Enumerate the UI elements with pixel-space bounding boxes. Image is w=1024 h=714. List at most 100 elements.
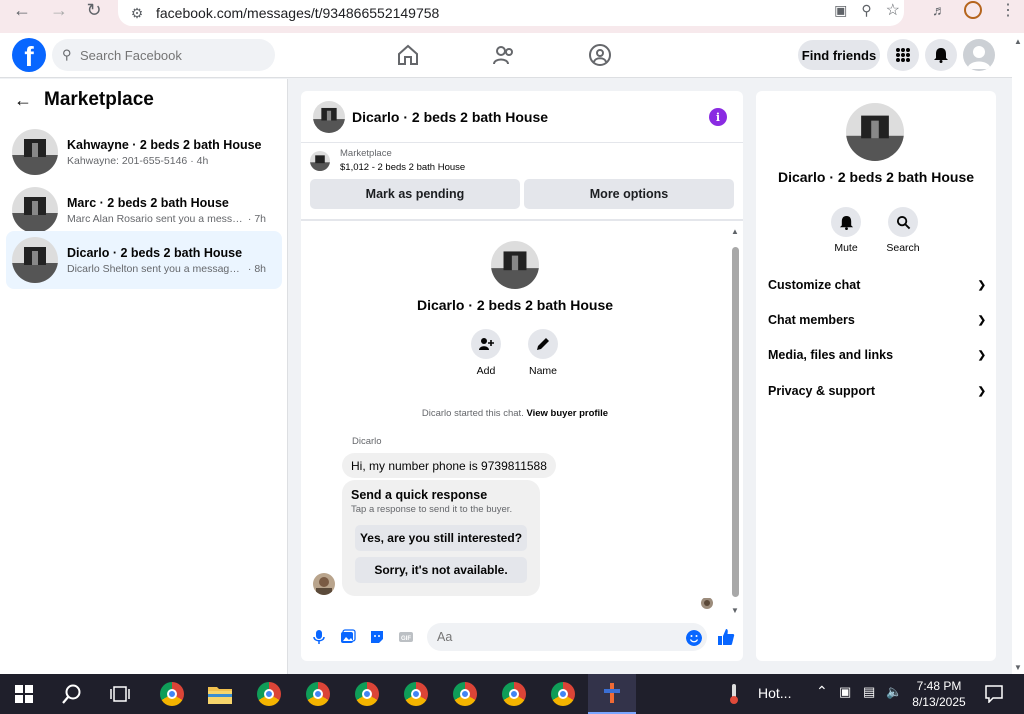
chat-members-row[interactable]: Chat members ❯ [768,308,986,332]
chat-panel: Dicarlo · 2 beds 2 bath House i Marketpl… [301,91,743,661]
chrome-taskbar-icon[interactable] [392,674,440,714]
system-clock[interactable]: 7:48 PM 8/13/2025 [906,678,972,710]
friends-icon[interactable] [492,43,516,67]
windows-start-icon[interactable] [0,674,48,714]
weather-text[interactable]: Hot... [758,685,791,701]
account-avatar[interactable] [963,39,995,71]
chrome-taskbar-icon[interactable] [441,674,489,714]
quick-response-still-interested[interactable]: Yes, are you still interested? [355,525,527,551]
back-icon[interactable]: ← [8,0,36,20]
view-buyer-profile-link[interactable]: View buyer profile [526,408,608,419]
conversation-name: Marc · 2 beds 2 bath House [67,195,229,210]
thumbs-up-icon[interactable] [717,628,735,646]
chrome-taskbar-icon[interactable] [490,674,538,714]
microphone-icon[interactable] [311,629,327,645]
mute-button[interactable]: Mute [821,207,871,254]
search-in-chat-button[interactable]: Search [878,207,928,254]
message-input[interactable] [427,623,707,651]
thread-scrollbar[interactable]: ▲ ▼ [730,227,741,615]
task-view-icon[interactable] [96,674,144,714]
facebook-logo-icon[interactable]: f [12,38,46,72]
chat-started-notice: Dicarlo started this chat. View buyer pr… [301,408,729,419]
chevron-down-icon: ❯ [977,385,986,397]
scroll-up-icon[interactable]: ▲ [731,227,739,236]
notifications-bell-icon[interactable] [925,39,957,71]
volume-icon[interactable]: 🔈 [886,684,902,700]
url-text[interactable]: facebook.com/messages/t/934866552149758 [156,5,439,21]
mute-label: Mute [834,242,858,254]
menu-grid-icon[interactable] [887,39,919,71]
chat-details-panel: Dicarlo · 2 beds 2 bath House Mute Searc… [756,91,996,661]
active-app-icon[interactable] [588,674,636,714]
edit-name-button[interactable]: Name [513,329,573,377]
media-files-links-row[interactable]: Media, files and links ❯ [768,343,986,367]
more-options-button[interactable]: More options [524,179,734,209]
sender-avatar[interactable] [313,573,335,595]
notification-center-icon[interactable] [970,674,1018,714]
scrollbar-thumb[interactable] [732,247,739,597]
info-icon[interactable]: i [709,108,727,126]
clock-time: 7:48 PM [916,679,962,693]
reload-icon[interactable]: ↻ [80,0,108,20]
photo-icon[interactable] [340,629,356,645]
emoji-icon[interactable] [686,630,702,646]
mark-as-pending-button[interactable]: Mark as pending [310,179,520,209]
chat-header-thumbnail[interactable] [313,100,345,133]
page-scrollbar[interactable]: ▲ ▼ [1012,33,1024,674]
chat-title[interactable]: Dicarlo · 2 beds 2 bath House [352,109,548,125]
quick-response-not-available[interactable]: Sorry, it's not available. [355,557,527,583]
chrome-taskbar-icon[interactable] [294,674,342,714]
scroll-down-icon[interactable]: ▼ [731,606,739,615]
profile-icon[interactable] [964,1,982,19]
conversation-item[interactable]: Kahwayne · 2 beds 2 bath House Kahwayne:… [6,123,282,181]
media-control-icon[interactable]: ♬ [932,2,946,18]
weather-icon[interactable] [716,674,752,714]
meet-now-icon[interactable]: ▣ [839,684,851,700]
conversation-time: · 7h [247,212,267,225]
listing-thumbnail [12,187,58,233]
add-label: Add [476,365,496,377]
facebook-search-input[interactable] [80,47,260,63]
address-bar[interactable]: ⚙ facebook.com/messages/t/93486655214975… [118,0,904,26]
marketplace-label: Marketplace [340,148,392,159]
message-composer: GIF [301,621,743,653]
conversation-item-active[interactable]: Dicarlo · 2 beds 2 bath House Dicarlo Sh… [6,231,282,289]
gif-icon[interactable]: GIF [398,629,414,645]
marketplace-sidebar: ← Marketplace Kahwayne · 2 beds 2 bath H… [0,79,288,674]
thread-title: Dicarlo · 2 beds 2 bath House [416,297,614,313]
install-app-icon[interactable]: ▣ [834,2,847,19]
add-person-icon [471,329,501,359]
network-icon[interactable]: ▤ [863,684,875,700]
find-friends-button[interactable]: Find friends [798,40,880,70]
forward-icon[interactable]: → [45,0,73,20]
chrome-taskbar-icon[interactable] [245,674,293,714]
chrome-menu-icon[interactable]: ⋮ [1000,0,1016,20]
home-icon[interactable] [396,43,420,67]
chrome-taskbar-icon[interactable] [148,674,196,714]
listing-row[interactable]: Marketplace $1,012 - 2 beds 2 bath House [301,143,743,179]
page-scroll-up-icon[interactable]: ▲ [1014,37,1022,46]
zoom-icon[interactable]: ⚲ [861,2,871,19]
thread-thumbnail [491,241,539,289]
facebook-search[interactable]: ⚲ [52,39,275,71]
groups-icon[interactable] [588,43,612,67]
chrome-taskbar-icon[interactable] [539,674,587,714]
conversation-preview: Marc Alan Rosario sent you a messag... [67,212,245,225]
add-person-button[interactable]: Add [456,329,516,377]
message-bubble[interactable]: Hi, my number phone is 9739811588 [342,453,556,478]
customize-chat-row[interactable]: Customize chat ❯ [768,273,986,297]
quick-response-card: Send a quick response Tap a response to … [342,480,540,596]
site-info-icon[interactable]: ⚙ [124,5,150,22]
sticker-icon[interactable] [369,629,385,645]
show-hidden-icons-icon[interactable]: ⌃ [816,683,828,700]
file-explorer-icon[interactable] [196,674,244,714]
pencil-icon [528,329,558,359]
listing-small-thumbnail [310,151,330,171]
back-arrow-icon[interactable]: ← [14,90,44,111]
page-scroll-down-icon[interactable]: ▼ [1014,663,1022,672]
chevron-down-icon: ❯ [977,279,986,291]
bookmark-star-icon[interactable]: ☆ [886,0,900,20]
taskbar-search-icon[interactable] [48,674,96,714]
privacy-support-row[interactable]: Privacy & support ❯ [768,379,986,403]
chrome-taskbar-icon[interactable] [343,674,391,714]
